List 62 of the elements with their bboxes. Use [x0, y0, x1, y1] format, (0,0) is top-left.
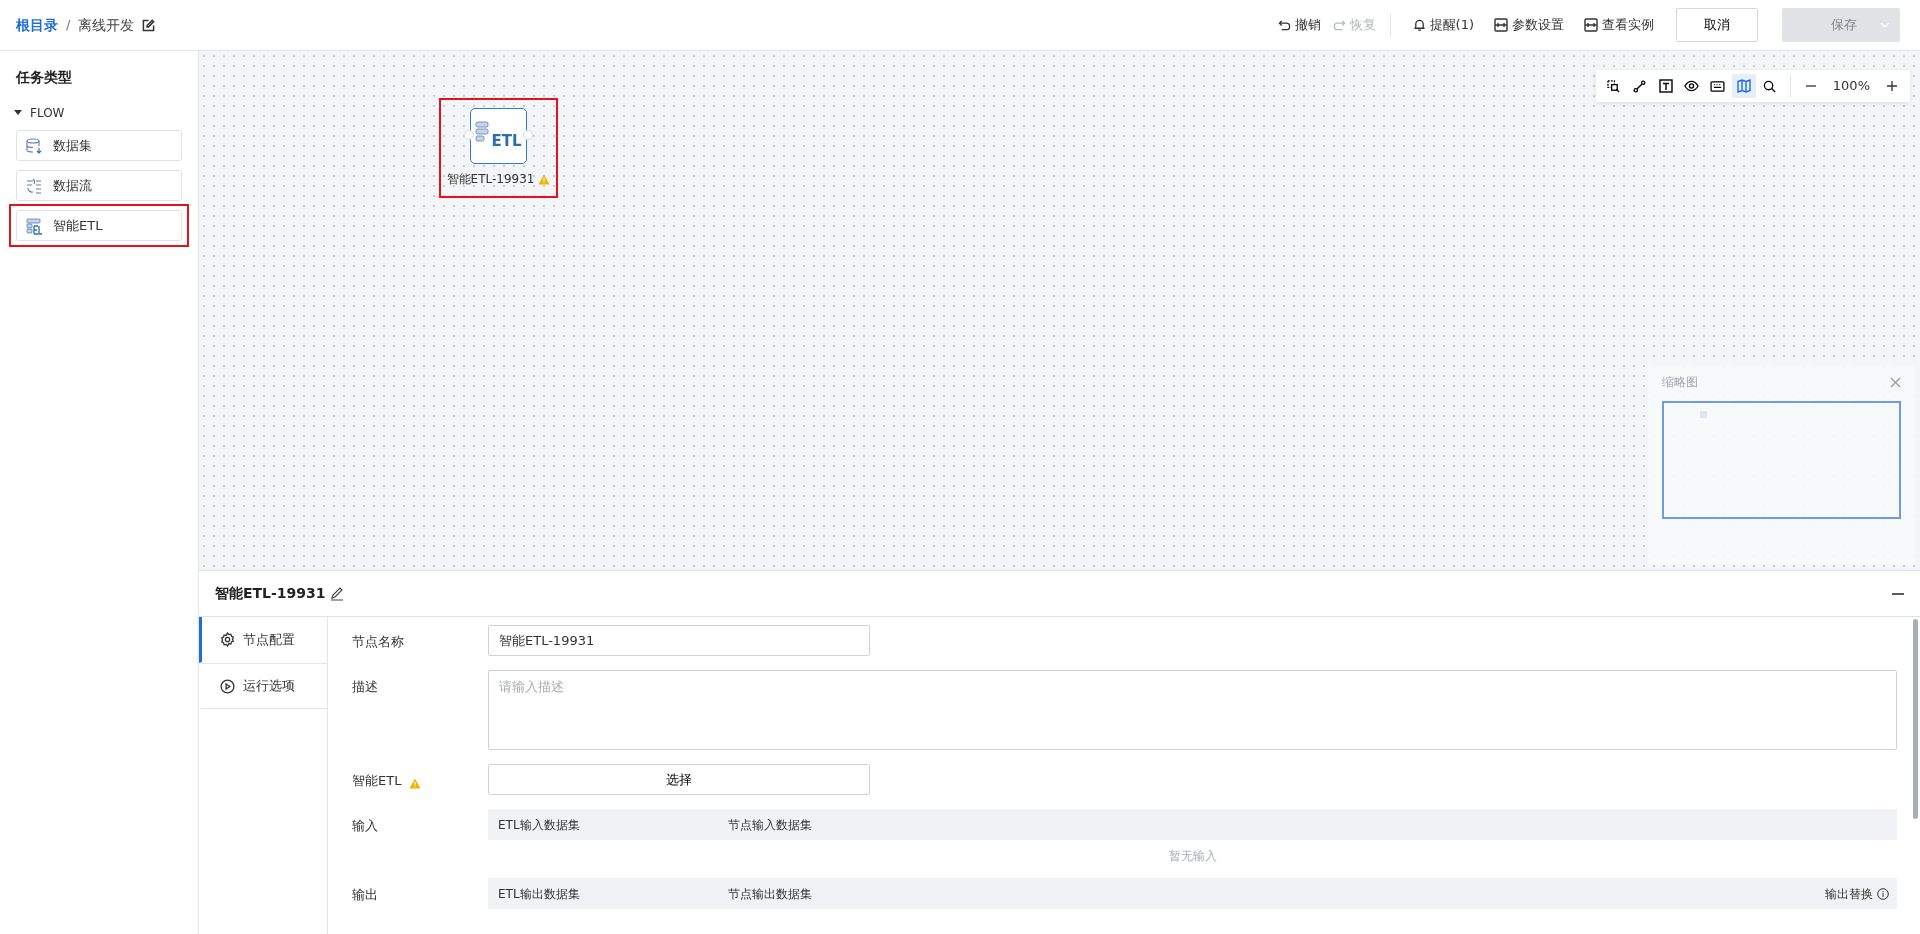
etl-node[interactable]: ETL: [470, 108, 527, 164]
sidebar-title: 任务类型: [16, 68, 73, 87]
keyboard-icon: [1710, 80, 1726, 92]
panel-tab[interactable]: 运行选项: [199, 663, 327, 709]
field-label: 智能ETL: [352, 772, 402, 790]
sliders-icon: [1494, 18, 1508, 32]
minimap-viewport[interactable]: [1662, 401, 1901, 519]
edit-icon[interactable]: [142, 18, 156, 32]
task-type-item[interactable]: 智能ETL: [16, 210, 182, 241]
selection-icon: [1607, 79, 1621, 93]
minimap-node: [1700, 411, 1707, 418]
map-icon: [1736, 79, 1751, 93]
caret-icon: [1880, 22, 1890, 28]
task-type-item[interactable]: 数据集: [16, 130, 182, 161]
field-label: 输入: [352, 817, 379, 835]
empty-message: 暂无输入: [1167, 848, 1218, 865]
database-icon: [25, 136, 43, 155]
column-header: 节点输出数据集: [728, 885, 812, 903]
redo-icon: [1332, 18, 1346, 32]
toolbar-button[interactable]: 查看实例: [1578, 15, 1660, 35]
group-label: FLOW: [30, 105, 65, 122]
column-header: ETL输出数据集: [497, 885, 581, 903]
bell-icon: [1412, 18, 1426, 32]
node-label: 智能ETL-19931: [446, 171, 535, 188]
info-icon[interactable]: [1877, 887, 1889, 900]
caret-down-icon[interactable]: [14, 110, 22, 116]
field-label: 描述: [352, 678, 379, 696]
node-name-field[interactable]: 智能ETL-19931: [488, 625, 870, 656]
description-field[interactable]: 请输入描述: [488, 670, 1897, 750]
close-icon[interactable]: [1890, 376, 1901, 388]
play-circle-icon: [220, 678, 235, 694]
flow-icon: [25, 176, 43, 195]
select-button[interactable]: 选择: [488, 764, 870, 795]
column-header: ETL输入数据集: [497, 816, 581, 834]
eye-icon: [1684, 80, 1700, 92]
etl-logo-text: ETL: [491, 133, 522, 149]
field-label: 节点名称: [352, 633, 405, 651]
minimap-title: 缩略图: [1662, 374, 1698, 391]
undo-icon: [1277, 18, 1291, 32]
edit-icon[interactable]: [329, 586, 344, 601]
breadcrumb-separator: /: [66, 16, 71, 35]
sliders-icon: [1584, 18, 1598, 32]
toolbar-button[interactable]: 提醒(1): [1406, 15, 1480, 35]
search-icon: [1763, 79, 1777, 93]
scrollbar[interactable]: [1913, 619, 1918, 819]
toolbar-button[interactable]: 撤销: [1271, 15, 1327, 35]
column-header: 输出替换: [1825, 885, 1873, 903]
toolbar-button[interactable]: 参数设置: [1488, 15, 1570, 35]
task-type-item[interactable]: 数据流: [16, 170, 182, 201]
breadcrumb-link[interactable]: 根目录: [16, 14, 58, 36]
text-icon: [1658, 79, 1673, 93]
etl-drawing-icon: [25, 216, 43, 235]
collapse-icon[interactable]: [1892, 592, 1904, 595]
cancel-button[interactable]: 取消: [1676, 8, 1758, 42]
column-header: 节点输入数据集: [728, 816, 812, 834]
connector-icon: [1633, 79, 1647, 93]
panel-title: 智能ETL-19931: [215, 584, 326, 603]
breadcrumb-current: 离线开发: [78, 15, 135, 35]
field-label: 输出: [352, 886, 379, 904]
gear-icon: [220, 632, 235, 647]
plus-icon: [1886, 80, 1898, 92]
zoom-level: 100%: [1831, 77, 1871, 96]
